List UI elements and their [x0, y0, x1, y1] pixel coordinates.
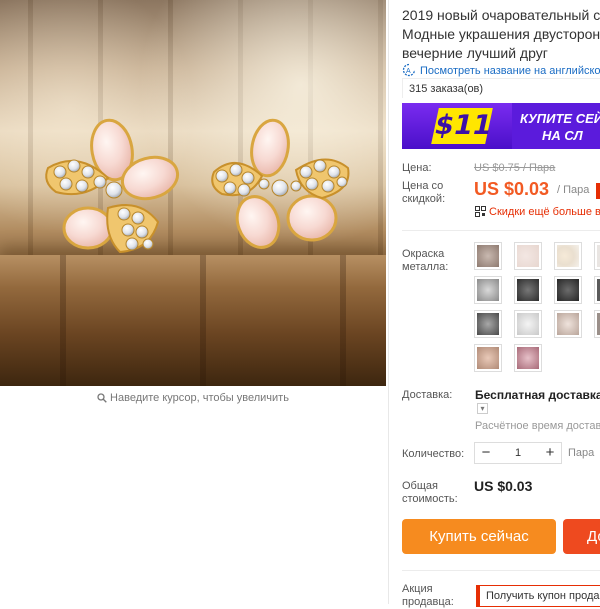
add-to-cart-button[interactable]: До	[563, 519, 600, 554]
banner-text: КУПИТЕ СЕЙ НА СЛ	[520, 110, 600, 144]
chevron-down-icon: ▾	[480, 404, 485, 413]
shipping-dropdown[interactable]: ▾	[477, 403, 488, 414]
color-option-7[interactable]	[474, 310, 502, 338]
discount-badge	[596, 183, 600, 199]
quantity-unit: Пара	[568, 447, 595, 459]
product-title-line-2: Модные украшения двусторонн	[402, 26, 600, 42]
search-icon	[97, 393, 107, 406]
zoom-hint: Наведите курсор, чтобы увеличить	[0, 392, 386, 406]
color-option-9[interactable]	[554, 310, 582, 338]
color-option-14[interactable]	[594, 310, 600, 338]
banner-amount: $11	[431, 108, 495, 144]
zoom-hint-text: Наведите курсор, чтобы увеличить	[110, 392, 289, 404]
product-title-line-1: 2019 новый очаровательный со	[402, 7, 600, 23]
color-option-3[interactable]	[554, 242, 582, 270]
quantity-increase-button[interactable]: +	[539, 443, 561, 463]
left-earring	[45, 118, 180, 254]
orders-count: 315 заказа(ов)	[402, 78, 600, 98]
color-option-5[interactable]	[514, 276, 542, 304]
price-unit: / Пара	[557, 184, 590, 196]
qr-code-icon	[475, 206, 486, 220]
quantity-label: Количество:	[402, 448, 465, 460]
translate-link-text: Посмотреть название на английско	[420, 65, 600, 77]
product-title: 2019 новый очаровательный со Модные укра…	[402, 6, 600, 63]
right-earring	[211, 118, 350, 249]
color-label: Окраска металла:	[402, 248, 449, 273]
product-main-image[interactable]	[0, 0, 386, 386]
section-separator	[402, 230, 600, 231]
color-option-12[interactable]	[594, 242, 600, 270]
color-option-4[interactable]	[474, 276, 502, 304]
sale-price: US $0.03	[474, 179, 550, 199]
color-option-11[interactable]	[514, 344, 542, 372]
quantity-decrease-button[interactable]: −	[475, 443, 497, 463]
coupon-text: Скидки ещё больше в	[489, 206, 600, 218]
price-label: Цена:	[402, 162, 432, 174]
total-label: Общая стоимость:	[402, 480, 458, 505]
color-option-10[interactable]	[474, 344, 502, 372]
shipping-method: Бесплатная доставка в Р	[475, 388, 600, 402]
quantity-stepper: − 1 +	[474, 442, 562, 464]
seller-promo-label: Акция продавца:	[402, 583, 454, 608]
buy-now-button[interactable]: Купить сейчас	[402, 519, 556, 554]
total-price: US $0.03	[474, 478, 533, 494]
color-option-13[interactable]	[594, 276, 600, 304]
color-option-6[interactable]	[554, 276, 582, 304]
old-price: US $0.75 / Пара	[474, 162, 556, 174]
color-option-2[interactable]	[514, 242, 542, 270]
color-option-1[interactable]	[474, 242, 502, 270]
coupon-link[interactable]: Скидки ещё больше в	[475, 206, 600, 220]
section-separator-bottom	[402, 570, 600, 571]
shipping-time: Расчётное время доставк	[475, 420, 600, 432]
quantity-input[interactable]: 1	[497, 443, 539, 463]
sale-price-label: Цена со скидкой:	[402, 180, 446, 205]
column-divider	[388, 0, 389, 604]
promo-banner[interactable]: $11 КУПИТЕ СЕЙ НА СЛ	[402, 103, 600, 149]
banner-text-line-1: КУПИТЕ СЕЙ	[520, 111, 600, 126]
earrings-image	[45, 118, 350, 254]
color-option-8[interactable]	[514, 310, 542, 338]
svg-text:A: A	[406, 68, 411, 75]
shipping-label: Доставка:	[402, 389, 453, 401]
banner-text-line-2: НА СЛ	[542, 128, 583, 143]
product-title-line-3: вечерние лучший друг	[402, 45, 548, 61]
